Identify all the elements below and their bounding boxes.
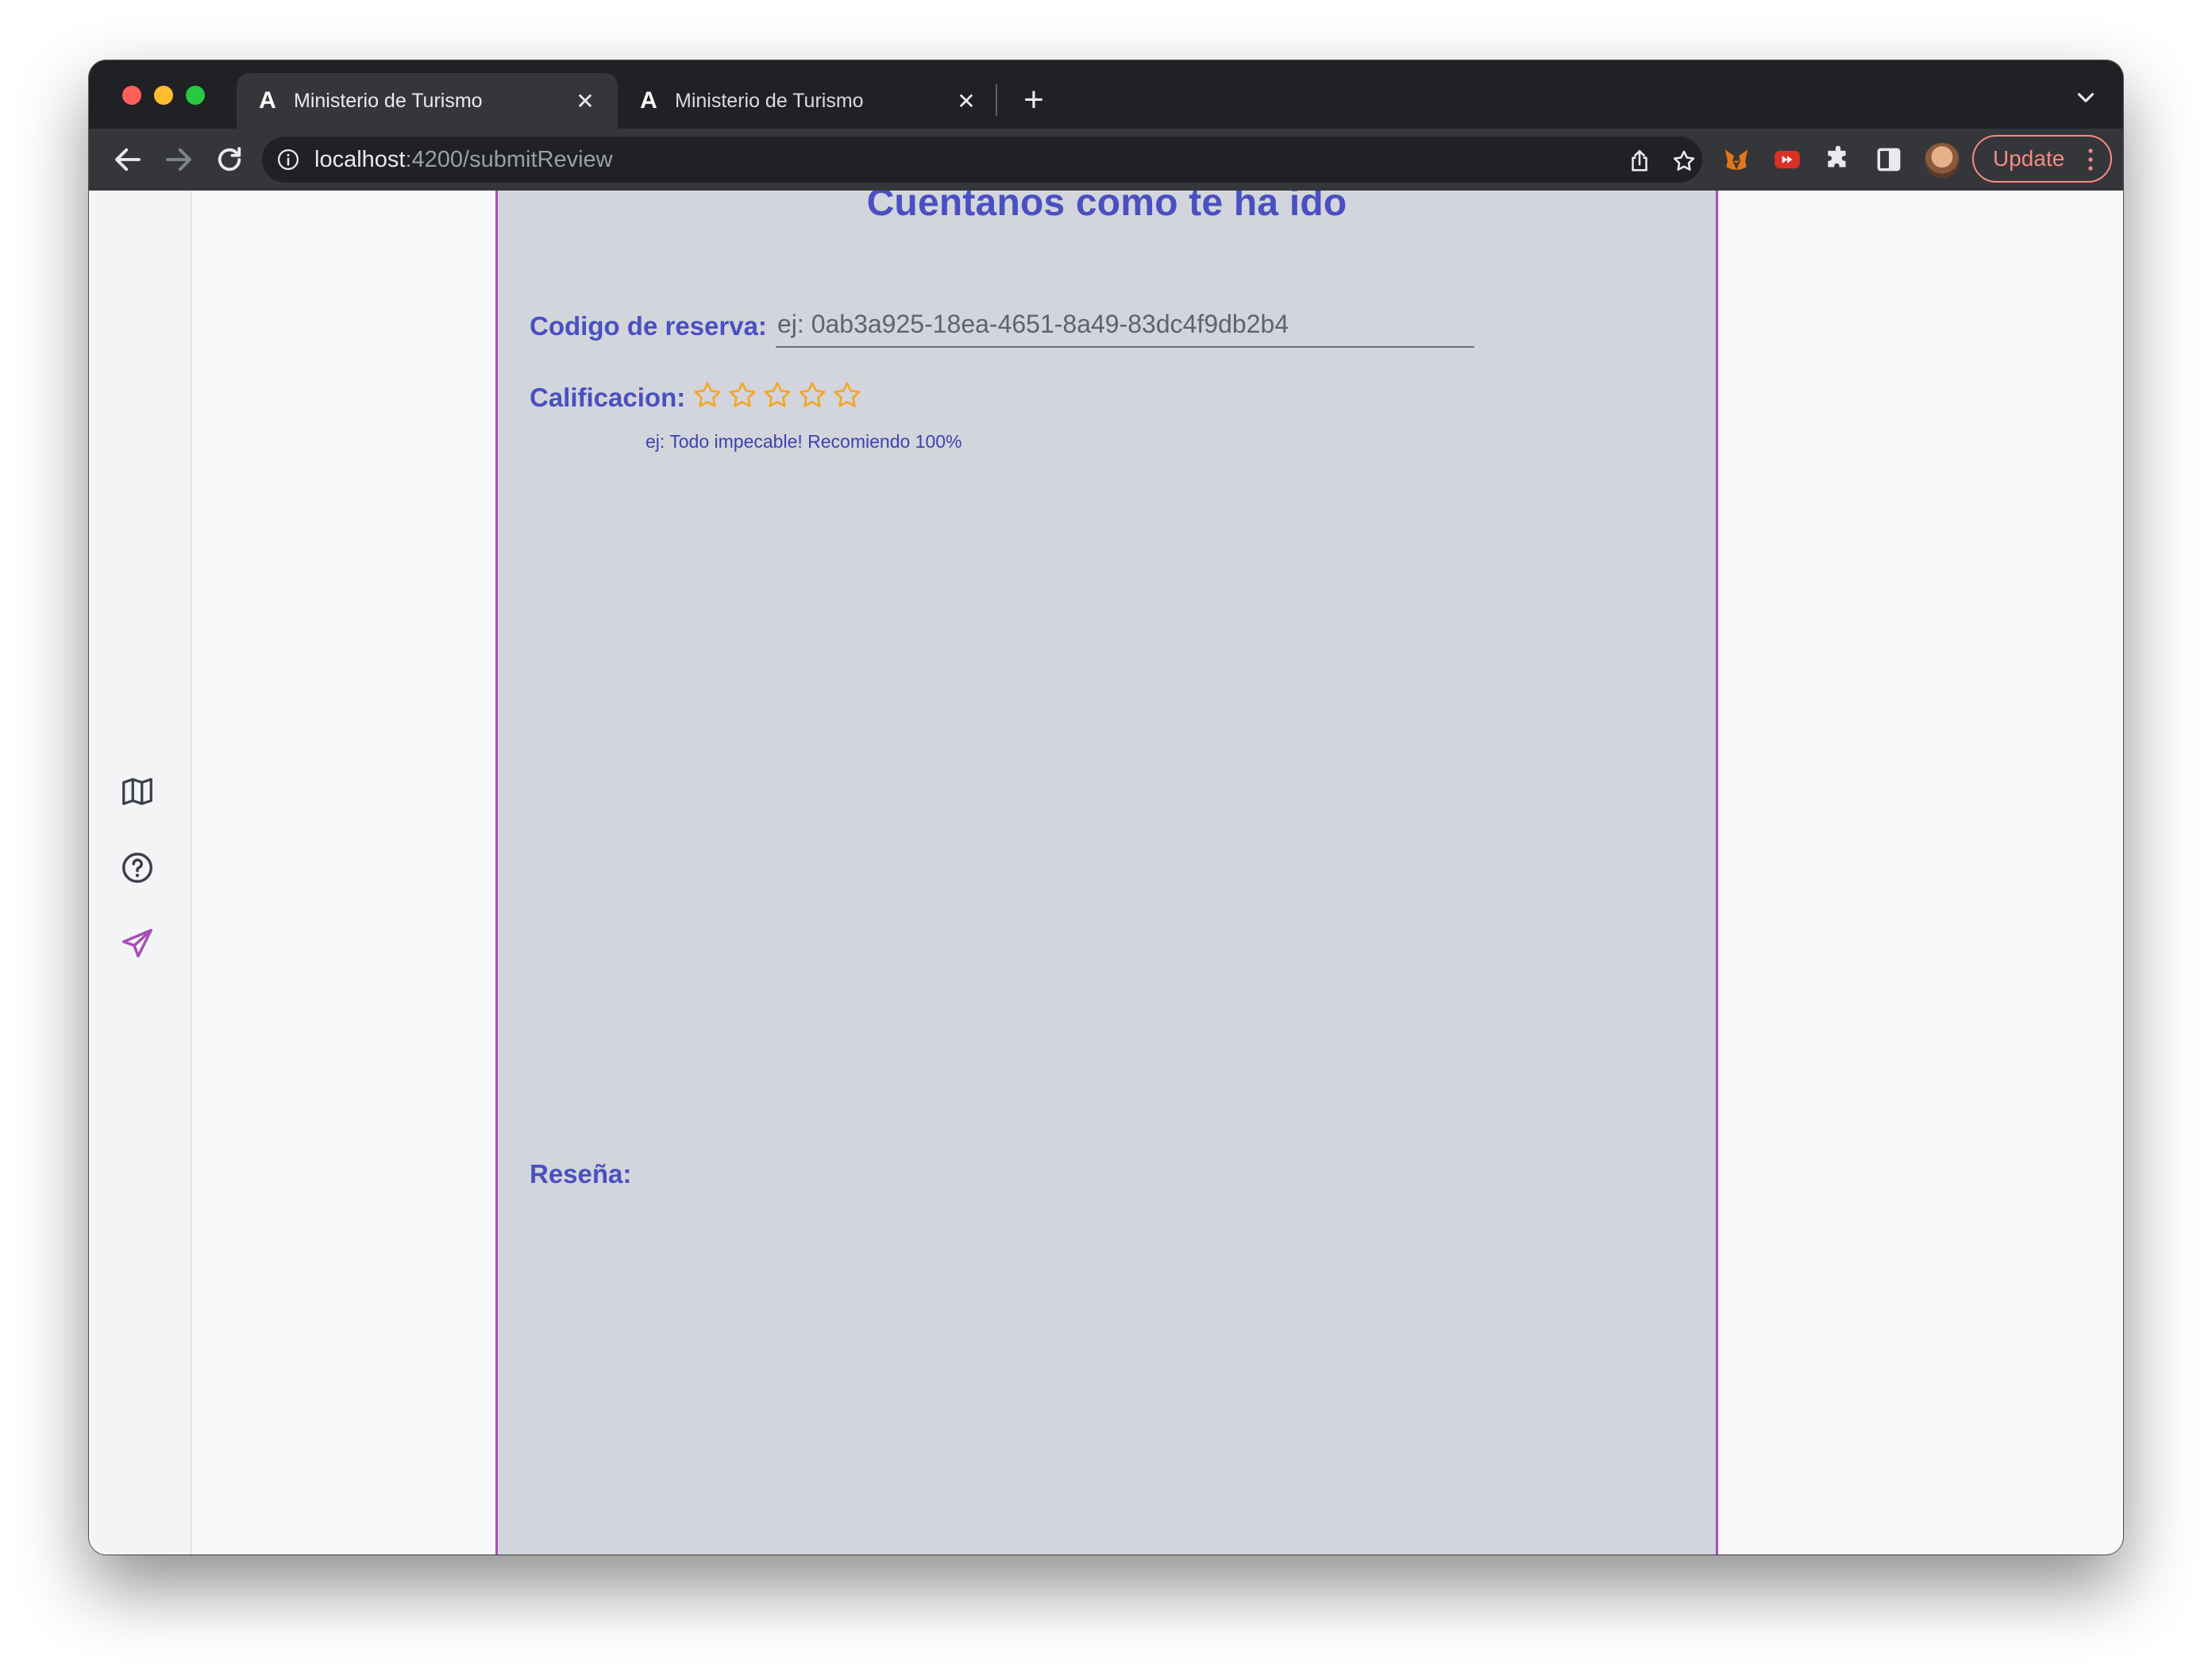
tab-title: Ministerio de Turismo bbox=[294, 89, 483, 112]
url-host: localhost bbox=[314, 146, 406, 172]
rating-label: Calificacion: bbox=[530, 383, 686, 412]
profile-avatar[interactable] bbox=[1925, 143, 1960, 178]
page-content: Cuentanos como te ha ido Codigo de reser… bbox=[89, 191, 2123, 1554]
tab-separator bbox=[996, 84, 997, 116]
star-rating[interactable] bbox=[692, 379, 863, 411]
help-circle-icon[interactable] bbox=[119, 849, 156, 886]
browser-toolbar: localhost:4200/submitReview Update bbox=[89, 129, 2123, 191]
maximize-window-button[interactable] bbox=[186, 86, 205, 105]
review-form-panel: Cuentanos como te ha ido Codigo de reser… bbox=[495, 191, 1718, 1554]
tab-strip: A Ministerio de Turismo ✕ A Ministerio d… bbox=[89, 60, 2123, 129]
tab-title: Ministerio de Turismo bbox=[675, 89, 864, 112]
browser-window: A Ministerio de Turismo ✕ A Ministerio d… bbox=[89, 60, 2123, 1554]
star-icon[interactable] bbox=[831, 379, 863, 411]
more-vert-icon[interactable] bbox=[2088, 148, 2093, 171]
tab-inactive[interactable]: A Ministerio de Turismo ✕ bbox=[618, 73, 999, 129]
url-path: :4200/submitReview bbox=[405, 146, 613, 172]
share-icon[interactable] bbox=[1626, 148, 1653, 175]
angular-icon: A bbox=[259, 87, 276, 114]
page-title: Cuentanos como te ha ido bbox=[866, 191, 1347, 224]
info-icon[interactable] bbox=[276, 148, 300, 171]
forward-arrow-icon[interactable] bbox=[162, 143, 195, 176]
angular-icon: A bbox=[640, 87, 657, 114]
tab-close-icon[interactable]: ✕ bbox=[953, 88, 980, 114]
review-label: Reseña: bbox=[530, 1159, 632, 1189]
minimize-window-button[interactable] bbox=[154, 86, 173, 105]
booking-code-input[interactable] bbox=[776, 302, 1474, 348]
booking-code-label: Codigo de reserva: bbox=[530, 311, 767, 341]
close-window-button[interactable] bbox=[122, 86, 141, 105]
update-button[interactable]: Update bbox=[1972, 135, 2112, 183]
bookmark-star-icon[interactable] bbox=[1671, 148, 1698, 175]
app-sidebar bbox=[89, 191, 192, 1554]
update-label: Update bbox=[1993, 146, 2065, 171]
review-hint: ej: Todo impecable! Recomiendo 100% bbox=[645, 431, 962, 452]
back-arrow-icon[interactable] bbox=[111, 143, 145, 176]
star-icon[interactable] bbox=[796, 379, 828, 411]
puzzle-extensions-icon[interactable] bbox=[1823, 144, 1853, 175]
tab-close-icon[interactable]: ✕ bbox=[572, 88, 599, 114]
metamask-fox-icon[interactable] bbox=[1721, 144, 1751, 175]
youtube-extension-icon[interactable] bbox=[1772, 144, 1802, 175]
review-textarea[interactable] bbox=[530, 1207, 1689, 1524]
address-bar[interactable]: localhost:4200/submitReview bbox=[262, 137, 1702, 183]
star-icon[interactable] bbox=[761, 379, 793, 411]
star-icon[interactable] bbox=[692, 379, 723, 411]
reload-icon[interactable] bbox=[213, 143, 246, 176]
send-icon[interactable] bbox=[119, 926, 156, 962]
side-panel-icon[interactable] bbox=[1874, 144, 1904, 175]
map-icon[interactable] bbox=[119, 773, 156, 810]
tab-active[interactable]: A Ministerio de Turismo ✕ bbox=[237, 73, 618, 129]
star-icon[interactable] bbox=[726, 379, 758, 411]
new-tab-button[interactable]: + bbox=[1014, 78, 1054, 122]
chevron-down-icon[interactable] bbox=[2072, 84, 2099, 111]
